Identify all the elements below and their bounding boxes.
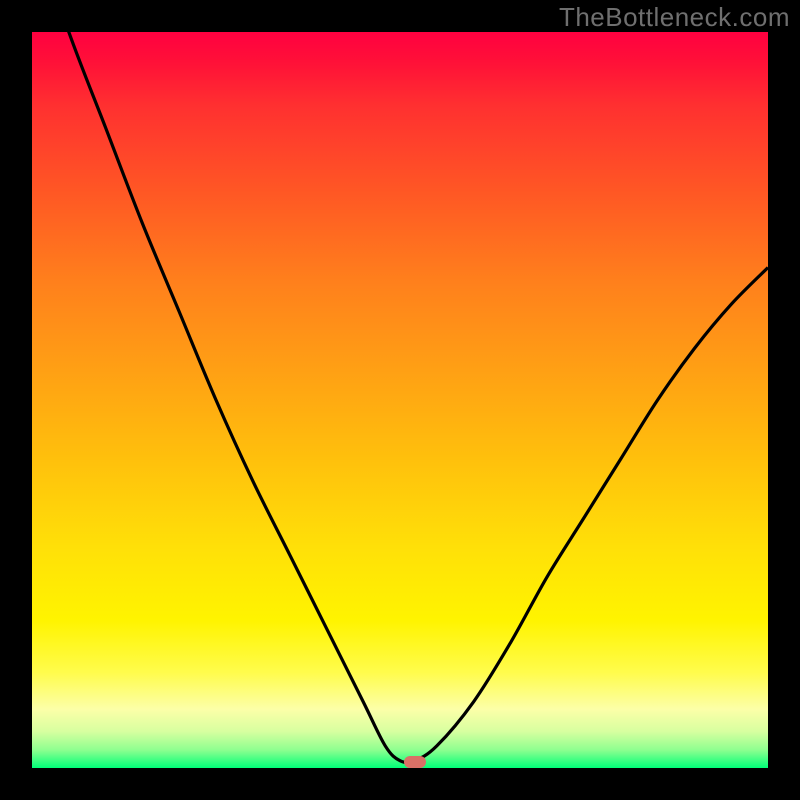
watermark-label: TheBottleneck.com — [559, 2, 790, 33]
optimum-marker — [404, 756, 426, 768]
curve-svg — [32, 32, 768, 768]
plot-area — [32, 32, 768, 768]
bottleneck-curve — [32, 32, 768, 762]
chart-frame: TheBottleneck.com — [0, 0, 800, 800]
